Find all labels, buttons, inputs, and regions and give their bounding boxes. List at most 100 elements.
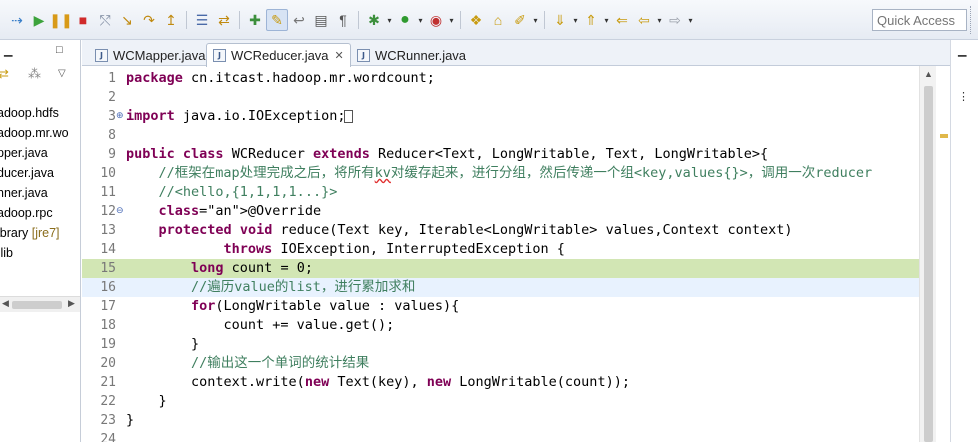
editor-vscrollbar[interactable]: ▲ [919,66,936,442]
link-with-editor-icon[interactable]: ⇄ [0,66,9,82]
resume-icon[interactable]: ▶ [28,9,50,31]
code-line[interactable]: 23} [82,411,922,430]
expand-fold-icon[interactable]: ⊕ [116,107,124,126]
tree-item[interactable]: ibrary [jre7] [0,223,69,243]
code-line[interactable]: 22 } [82,392,922,411]
run-icon[interactable]: ● [394,9,416,31]
tree-item-decoration: [jre7] [31,226,60,240]
folded-region-icon[interactable] [344,110,353,123]
forward-icon[interactable]: ⇨ [664,9,686,31]
forward-dropdown-icon[interactable]: ▾ [686,16,695,25]
new-java-project-icon[interactable]: ❖ [465,9,487,31]
toggle-word-wrap-icon[interactable]: ↩ [288,9,310,31]
tree-item[interactable]: pper.java [0,143,69,163]
code-line[interactable]: 3 ⊕ import java.io.IOException; [82,107,922,126]
scroll-thumb[interactable] [924,86,933,442]
code-line[interactable]: 2 [82,88,922,107]
tab-wcreducer[interactable]: J WCReducer.java ✕ [206,43,351,67]
back-icon[interactable]: ⇦ [633,9,655,31]
step-return-icon[interactable]: ↥ [160,9,182,31]
scroll-up-icon[interactable]: ▲ [924,69,933,79]
code-line[interactable]: 1 package cn.itcast.hadoop.mr.wordcount; [82,69,922,88]
step-into-icon[interactable]: ↘ [116,9,138,31]
package-explorer-tree: adoop.hdfs adoop.mr.wo pper.java ducer.java… [0,103,69,263]
use-step-filters-icon[interactable]: ⇄ [213,9,235,31]
run-dropdown-icon[interactable]: ▾ [416,16,425,25]
toolbar-drag-handle[interactable] [970,6,973,34]
code-line[interactable]: 15 long count = 0;» [82,259,922,278]
tab-wcrunner[interactable]: J WCRunner.java [350,43,473,66]
block-selection-icon[interactable]: ▤ [310,9,332,31]
coverage-dropdown-icon[interactable]: ▾ [447,16,456,25]
scroll-right-icon[interactable]: ▶ [68,298,75,309]
coverage-icon[interactable]: ◉ [425,9,447,31]
maximize-icon[interactable]: □ [56,44,63,56]
code-line[interactable]: 18 count += value.get(); [82,316,922,335]
code-line[interactable]: 21 context.write(new Text(key), new Long… [82,373,922,392]
view-menu-icon[interactable]: ⋮ [958,90,969,103]
code-line[interactable]: 16 //遍历value的list，进行累加求和 [82,278,922,297]
debug-dropdown-icon[interactable]: ▾ [385,16,394,25]
code-line[interactable]: 17 for(LongWritable value : values){ [82,297,922,316]
last-edit-location-icon[interactable]: ⇐ [611,9,633,31]
new-package-icon[interactable]: ✚ [244,9,266,31]
code-line[interactable]: 8 [82,126,922,145]
collapse-fold-icon[interactable]: ⊖ [116,202,124,221]
line-number: 18 [100,318,116,333]
tree-item[interactable]: adoop.mr.wo [0,123,69,143]
show-whitespace-icon[interactable]: ¶ [332,9,354,31]
scroll-left-icon[interactable]: ◀ [2,298,9,309]
code-line[interactable]: 9 public class WCReducer extends Reducer<… [82,145,922,164]
line-number: 24 [100,432,116,442]
code-line[interactable]: 19 } [82,335,922,354]
skip-all-breakpoints-icon[interactable]: ⇢ [6,9,28,31]
tree-item-label: .lib [0,246,13,260]
collapse-all-icon[interactable]: ⁂ [28,66,41,82]
warning-marker[interactable] [940,134,948,138]
minimize-icon[interactable]: ▁ [958,44,966,57]
tab-wcmapper[interactable]: J WCMapper.java [88,43,212,66]
java-editor: J WCMapper.java J WCReducer.java ✕ J WCR… [82,40,978,442]
terminate-icon[interactable]: ■ [72,9,94,31]
overview-ruler[interactable] [938,66,950,442]
tree-item[interactable]: nner.java [0,183,69,203]
search-dropdown-icon[interactable]: ▾ [531,16,540,25]
toolbar-separator [186,11,187,29]
quick-access-input[interactable] [872,9,967,31]
back-dropdown-icon[interactable]: ▾ [655,16,664,25]
java-file-icon: J [95,48,108,62]
disconnect-icon[interactable]: ⤲ [94,9,116,31]
tree-item[interactable]: ducer.java [0,163,69,183]
mark-occurrences-icon[interactable]: ✎ [266,9,288,31]
java-file-icon: J [357,48,370,62]
code-line[interactable]: 10 //框架在map处理完成之后，将所有kv对缓存起来，进行分组，然后传递一个… [82,164,922,183]
code-line[interactable]: 12 ⊖ class="an">@Override [82,202,922,221]
line-number: 10 [100,166,116,181]
suspend-icon[interactable]: ❚❚ [49,9,72,31]
code-line[interactable]: 24 [82,430,922,442]
tree-item[interactable]: adoop.hdfs [0,103,69,123]
debug-icon[interactable]: ✱ [363,9,385,31]
previous-annotation-icon[interactable]: ⇑ [580,9,602,31]
previous-annotation-dropdown-icon[interactable]: ▾ [602,16,611,25]
line-text: long count = 0; [191,260,313,276]
drop-to-frame-icon[interactable]: ☰ [191,9,213,31]
code-line[interactable]: 20 //输出这一个单词的统计结果 [82,354,922,373]
next-annotation-icon[interactable]: ⇓ [549,9,571,31]
code-editor[interactable]: 1 package cn.itcast.hadoop.mr.wordcount; 2… [82,66,978,442]
search-icon[interactable]: ✐ [509,9,531,31]
minimize-icon[interactable]: ▁ [4,44,12,57]
open-type-icon[interactable]: ⌂ [487,9,509,31]
next-annotation-dropdown-icon[interactable]: ▾ [571,16,580,25]
tree-item[interactable]: .lib [0,243,69,263]
package-explorer-hscrollbar[interactable]: ◀ ▶ [0,296,80,312]
code-line[interactable]: 14 throws IOException, InterruptedExcept… [82,240,922,259]
code-line[interactable]: 11 //<hello,{1,1,1,1...}> [82,183,922,202]
close-tab-icon[interactable]: ✕ [335,49,344,62]
line-text: //输出这一个单词的统计结果 [191,355,370,371]
step-over-icon[interactable]: ↷ [138,9,160,31]
tree-item[interactable]: adoop.rpc [0,203,69,223]
view-menu-icon[interactable]: ▽ [58,68,66,79]
scroll-thumb[interactable] [12,301,62,309]
code-line[interactable]: 13 protected void reduce(Text key, Itera… [82,221,922,240]
